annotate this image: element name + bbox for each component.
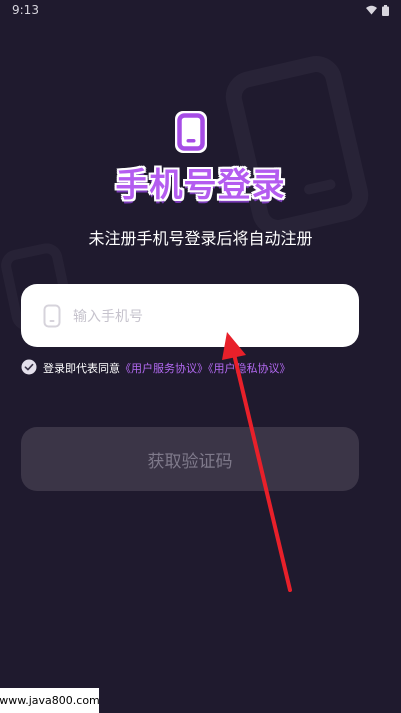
get-verification-code-button[interactable]: 获取验证码 <box>21 427 359 491</box>
phone-icon <box>43 304 61 328</box>
background-phone-decoration <box>220 50 374 242</box>
watermark: www.java800.com <box>0 688 100 713</box>
phone-number-input[interactable] <box>71 300 345 334</box>
battery-icon <box>382 5 389 16</box>
phone-icon <box>175 111 207 153</box>
user-agreement-link[interactable]: 《用户服务协议》 <box>120 362 208 375</box>
phone-input-container[interactable] <box>21 284 359 347</box>
wifi-icon <box>366 5 377 15</box>
status-time: 9:13 <box>12 3 39 17</box>
page-subtitle: 未注册手机号登录后将自动注册 <box>88 229 313 248</box>
agreement-checkbox[interactable] <box>21 359 37 375</box>
status-bar: 9:13 <box>0 0 401 22</box>
page-title: 手机号登录 <box>115 165 286 204</box>
agreement-prefix: 登录即代表同意 <box>43 362 120 375</box>
agreement-text: 登录即代表同意《用户服务协议》《用户隐私协议》 <box>43 360 291 376</box>
privacy-policy-link[interactable]: 《用户隐私协议》 <box>208 362 291 375</box>
